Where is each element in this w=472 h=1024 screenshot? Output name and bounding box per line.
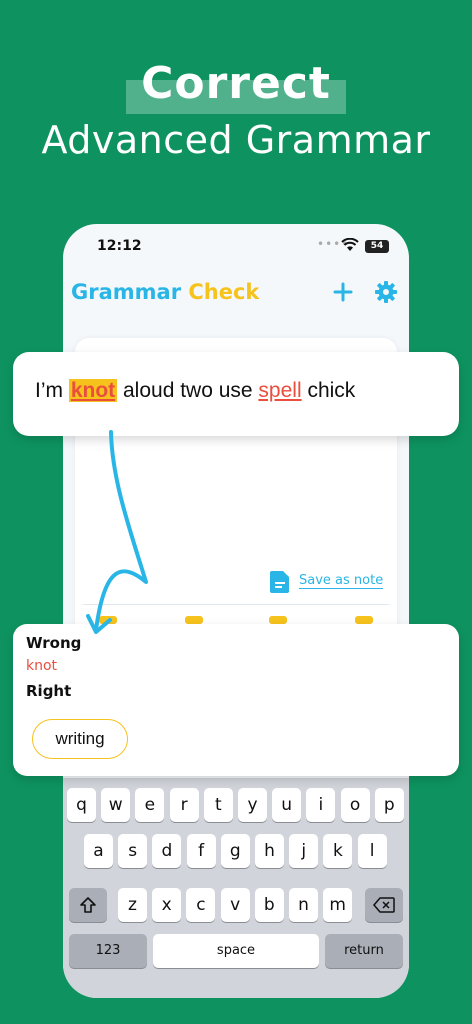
key-n[interactable]: n	[289, 888, 318, 922]
key-i[interactable]: i	[306, 788, 336, 822]
headline-text: Correct	[141, 58, 331, 109]
sentence-text-before: I’m	[35, 379, 69, 402]
toolbar-icon-4[interactable]	[355, 616, 373, 624]
key-b[interactable]: b	[254, 888, 284, 922]
key-z[interactable]: z	[118, 888, 147, 922]
wrong-value: knot	[26, 658, 58, 674]
key-q[interactable]: q	[67, 788, 96, 822]
promo-headline: Correct	[0, 58, 472, 114]
key-x[interactable]: x	[152, 888, 182, 922]
key-p[interactable]: p	[374, 788, 404, 822]
wifi-icon	[341, 238, 359, 251]
app-title-part2: Check	[188, 280, 260, 304]
input-sentence: I’m knot aloud two use spell chick	[35, 379, 355, 403]
backspace-icon	[373, 897, 395, 913]
key-s[interactable]: s	[118, 834, 148, 868]
key-f[interactable]: f	[186, 834, 216, 868]
key-h[interactable]: h	[255, 834, 284, 868]
key-r[interactable]: r	[169, 788, 199, 822]
spelling-error-word[interactable]: spell	[258, 379, 301, 402]
numbers-key[interactable]: 123	[69, 934, 147, 968]
app-title-part1: Grammar	[71, 280, 182, 304]
key-u[interactable]: u	[272, 788, 302, 822]
key-g[interactable]: g	[220, 834, 250, 868]
return-key[interactable]: return	[325, 934, 403, 968]
sentence-text-middle: aloud two use	[117, 379, 259, 402]
wrong-label: Wrong	[26, 634, 82, 652]
app-title: Grammar Check	[71, 280, 259, 304]
sentence-text-after: chick	[301, 379, 356, 402]
toolbar-icon-1[interactable]	[99, 616, 117, 624]
key-y[interactable]: y	[238, 788, 267, 822]
key-k[interactable]: k	[323, 834, 353, 868]
right-label: Right	[26, 682, 72, 700]
correction-card: Wrong knot Right writing	[13, 624, 459, 776]
toolbar-icon-3[interactable]	[269, 616, 287, 624]
backspace-key[interactable]	[365, 888, 403, 922]
phone-frame: 12:12 •••• 54 Grammar Check Save as note…	[63, 224, 409, 998]
key-d[interactable]: d	[152, 834, 182, 868]
gear-icon[interactable]	[374, 280, 398, 304]
save-as-note-label: Save as note	[299, 573, 384, 589]
status-bar: 12:12 •••• 54	[63, 224, 409, 268]
shift-key[interactable]	[69, 888, 107, 922]
app-header: Grammar Check	[63, 276, 409, 312]
space-key[interactable]: space	[153, 934, 319, 968]
battery-icon: 54	[365, 240, 389, 253]
keyboard: qwertyuiop asdfghjkl zxcvbnm 123 space r…	[63, 778, 409, 998]
toolbar-divider	[83, 604, 389, 605]
document-icon	[270, 571, 289, 593]
highlighted-error-word[interactable]: knot	[68, 379, 118, 402]
suggestion-chip[interactable]: writing	[32, 719, 128, 759]
key-l[interactable]: l	[357, 834, 387, 868]
add-icon[interactable]	[331, 280, 355, 304]
key-o[interactable]: o	[340, 788, 370, 822]
status-time: 12:12	[97, 238, 142, 254]
sentence-card: I’m knot aloud two use spell chick	[13, 352, 459, 436]
key-w[interactable]: w	[101, 788, 131, 822]
key-v[interactable]: v	[220, 888, 250, 922]
shift-icon	[80, 897, 96, 913]
toolbar-icon-2[interactable]	[185, 616, 203, 624]
key-a[interactable]: a	[84, 834, 113, 868]
key-e[interactable]: e	[135, 788, 165, 822]
key-c[interactable]: c	[186, 888, 216, 922]
promo-subheadline: Advanced Grammar	[41, 118, 431, 162]
key-j[interactable]: j	[289, 834, 319, 868]
key-t[interactable]: t	[203, 788, 233, 822]
key-m[interactable]: m	[323, 888, 353, 922]
